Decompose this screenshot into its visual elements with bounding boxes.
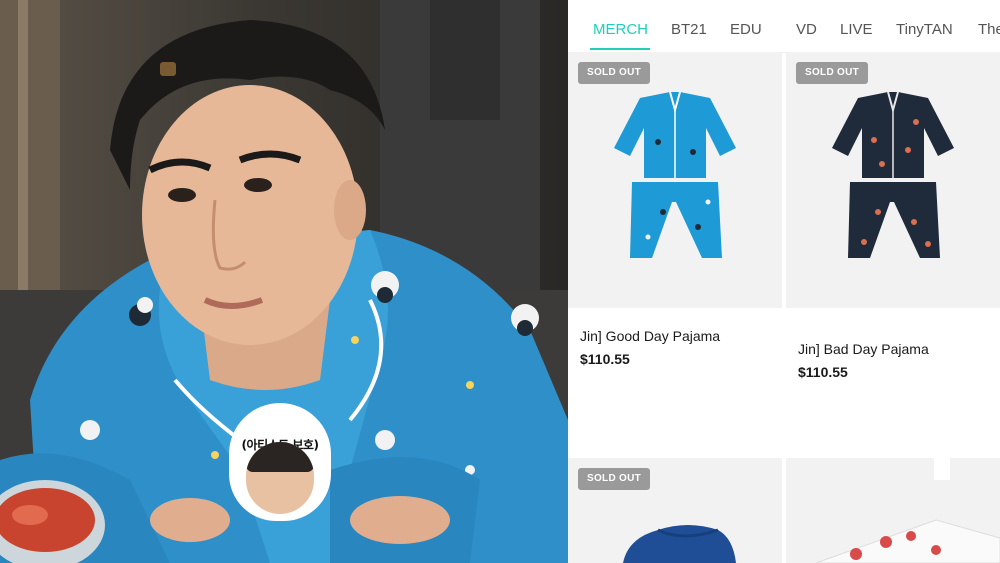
product-image bbox=[786, 458, 1000, 563]
product-price: $110.55 bbox=[580, 351, 630, 367]
active-tab-indicator bbox=[590, 48, 650, 50]
video-frame: (아티스트 보호) bbox=[0, 0, 568, 563]
tab-live[interactable]: LIVE bbox=[840, 21, 873, 38]
product-card[interactable]: SOLD OUT Jin] Good Day Pajama $110.55 bbox=[568, 52, 782, 452]
sold-out-badge: SOLD OUT bbox=[578, 62, 651, 84]
gift-box-icon bbox=[815, 458, 1000, 563]
tab-edu[interactable]: EDU bbox=[730, 21, 762, 38]
product-name[interactable]: Jin] Good Day Pajama bbox=[580, 328, 720, 344]
tab-tinytan[interactable]: TinyTAN bbox=[896, 21, 953, 38]
blue-pajama-icon bbox=[614, 91, 736, 258]
product-name[interactable]: Jin] Bad Day Pajama bbox=[798, 341, 929, 357]
tab-vd[interactable]: VD bbox=[796, 21, 817, 38]
sticker-face-icon bbox=[246, 442, 314, 514]
sold-out-badge: SOLD OUT bbox=[796, 62, 869, 84]
tab-bt21[interactable]: BT21 bbox=[671, 21, 707, 38]
tab-the[interactable]: The bbox=[978, 21, 1000, 38]
merch-store-panel: MERCH BT21 EDU VD LIVE TinyTAN The SOLD … bbox=[568, 0, 1000, 563]
product-card[interactable] bbox=[786, 458, 1000, 563]
product-image: SOLD OUT bbox=[568, 458, 782, 563]
tab-merch[interactable]: MERCH bbox=[593, 21, 648, 38]
sold-out-badge: SOLD OUT bbox=[578, 468, 651, 490]
product-image: SOLD OUT bbox=[568, 52, 782, 308]
product-price: $110.55 bbox=[798, 364, 848, 380]
product-card[interactable]: SOLD OUT bbox=[568, 458, 782, 563]
category-tabs: MERCH BT21 EDU VD LIVE TinyTAN The bbox=[568, 0, 1000, 53]
product-image: SOLD OUT bbox=[786, 52, 1000, 308]
navy-pajama-icon bbox=[832, 91, 954, 258]
product-card[interactable]: SOLD OUT Jin] Bad Day Pajama $110.55 bbox=[786, 52, 1000, 452]
artist-protection-sticker: (아티스트 보호) bbox=[232, 406, 328, 518]
